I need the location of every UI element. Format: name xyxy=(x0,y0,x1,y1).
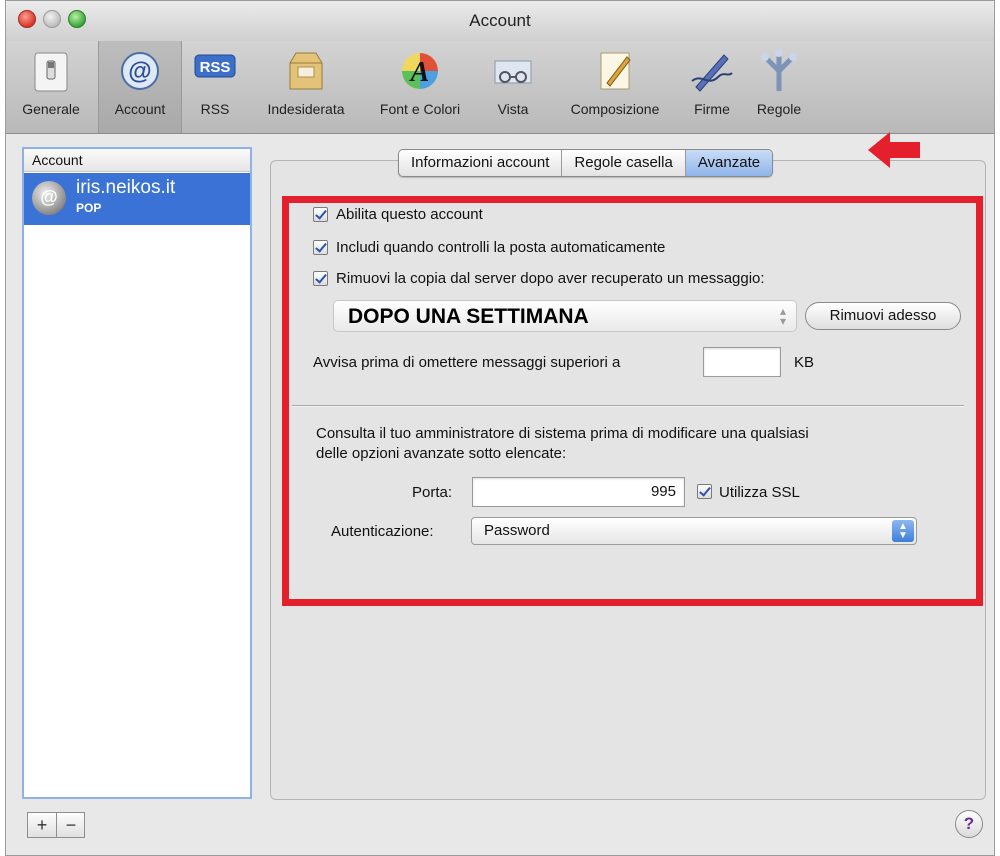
use-ssl-checkbox[interactable] xyxy=(697,484,712,499)
help-button[interactable]: ? xyxy=(955,810,983,838)
toolbar-label: RSS xyxy=(200,101,230,117)
account-name: iris.neikos.it xyxy=(76,177,176,198)
admin-note-line1: Consulta il tuo amministratore di sistem… xyxy=(316,425,809,442)
toolbar-rss[interactable]: RSS RSS xyxy=(184,41,246,133)
account-list-header: Account xyxy=(24,149,250,172)
toolbar-label: Generale xyxy=(22,101,80,117)
signature-pen-icon xyxy=(691,54,733,92)
red-arrow-annotation-icon xyxy=(868,132,920,168)
font-colors-icon: A xyxy=(402,53,438,89)
toolbar-label: Regole xyxy=(756,101,802,117)
include-auto-check-checkbox[interactable] xyxy=(313,240,328,255)
auth-label: Autenticazione: xyxy=(331,523,434,540)
remove-after-value: DOPO UNA SETTIMANA xyxy=(348,305,589,328)
svg-text:RSS: RSS xyxy=(200,59,231,76)
toolbar-indesiderata[interactable]: Indesiderata xyxy=(250,41,362,133)
toolbar-label: Indesiderata xyxy=(267,101,345,117)
account-tabs: Informazioni account Regole casella Avan… xyxy=(398,149,774,177)
remove-copy-checkbox[interactable] xyxy=(313,271,328,286)
account-list[interactable]: Account @ iris.neikos.it POP xyxy=(22,147,252,799)
tab-avanzate[interactable]: Avanzate xyxy=(685,150,773,176)
remove-now-button[interactable]: Rimuovi adesso xyxy=(805,302,961,330)
enable-account-checkbox[interactable] xyxy=(313,207,328,222)
remove-after-select[interactable]: DOPO UNA SETTIMANA ▴ ▾ xyxy=(333,300,797,332)
at-icon: @ xyxy=(121,52,159,90)
svg-text:@: @ xyxy=(128,58,151,85)
toolbar-label: Font e Colori xyxy=(379,101,461,117)
divider xyxy=(292,405,964,407)
title-bar: Account xyxy=(6,1,994,41)
preferences-toolbar: Generale @ Account RSS RSS Indesiderata xyxy=(6,41,994,134)
tab-regole-casella[interactable]: Regole casella xyxy=(562,150,686,176)
account-at-icon: @ xyxy=(32,181,66,215)
auth-value: Password xyxy=(484,522,550,539)
compose-pencil-icon xyxy=(600,52,631,90)
select-arrows-icon: ▴ ▾ xyxy=(779,304,786,328)
rules-icon xyxy=(761,49,797,91)
toolbar-label: Composizione xyxy=(570,101,660,117)
use-ssl-label: Utilizza SSL xyxy=(719,484,800,501)
remove-account-button[interactable]: − xyxy=(57,813,85,837)
toolbar-label: Account xyxy=(114,101,166,117)
svg-text:A: A xyxy=(409,57,430,88)
rss-icon: RSS xyxy=(194,54,236,78)
junk-mail-icon xyxy=(289,52,323,90)
add-account-button[interactable]: + xyxy=(28,813,57,837)
port-label: Porta: xyxy=(412,484,453,501)
account-row-iris-neikos[interactable]: @ iris.neikos.it POP xyxy=(24,173,250,225)
auth-select[interactable]: Password ▲ ▼ xyxy=(471,517,917,545)
toolbar-generale[interactable]: Generale xyxy=(6,41,96,133)
account-list-buttons: + − xyxy=(27,812,85,838)
toolbar-label: Firme xyxy=(694,101,730,117)
toolbar-account[interactable]: @ Account xyxy=(98,41,182,133)
admin-note-line2: delle opzioni avanzate sotto elencate: xyxy=(316,445,567,462)
port-input[interactable]: 995 xyxy=(472,477,685,507)
popup-arrows-icon: ▲ ▼ xyxy=(892,520,914,542)
warn-size-unit: KB xyxy=(794,354,815,371)
account-type: POP xyxy=(76,201,102,215)
view-glasses-icon xyxy=(494,60,532,84)
remove-copy-label: Rimuovi la copia dal server dopo aver re… xyxy=(336,270,765,287)
toolbar-firme[interactable]: Firme xyxy=(682,41,742,133)
toolbar-font-colori[interactable]: A Font e Colori xyxy=(364,41,476,133)
warn-size-input[interactable] xyxy=(703,347,781,377)
toolbar-label: Vista xyxy=(497,101,529,117)
tab-informazioni-account[interactable]: Informazioni account xyxy=(399,150,563,176)
warn-size-label: Avvisa prima di omettere messaggi superi… xyxy=(313,354,621,371)
switch-icon xyxy=(34,52,68,92)
enable-account-label: Abilita questo account xyxy=(336,206,483,223)
window-title: Account xyxy=(469,11,531,30)
toolbar-composizione[interactable]: Composizione xyxy=(550,41,680,133)
toolbar-vista[interactable]: Vista xyxy=(478,41,548,133)
include-auto-check-label: Includi quando controlli la posta automa… xyxy=(336,239,666,256)
toolbar-regole[interactable]: Regole xyxy=(744,41,814,133)
